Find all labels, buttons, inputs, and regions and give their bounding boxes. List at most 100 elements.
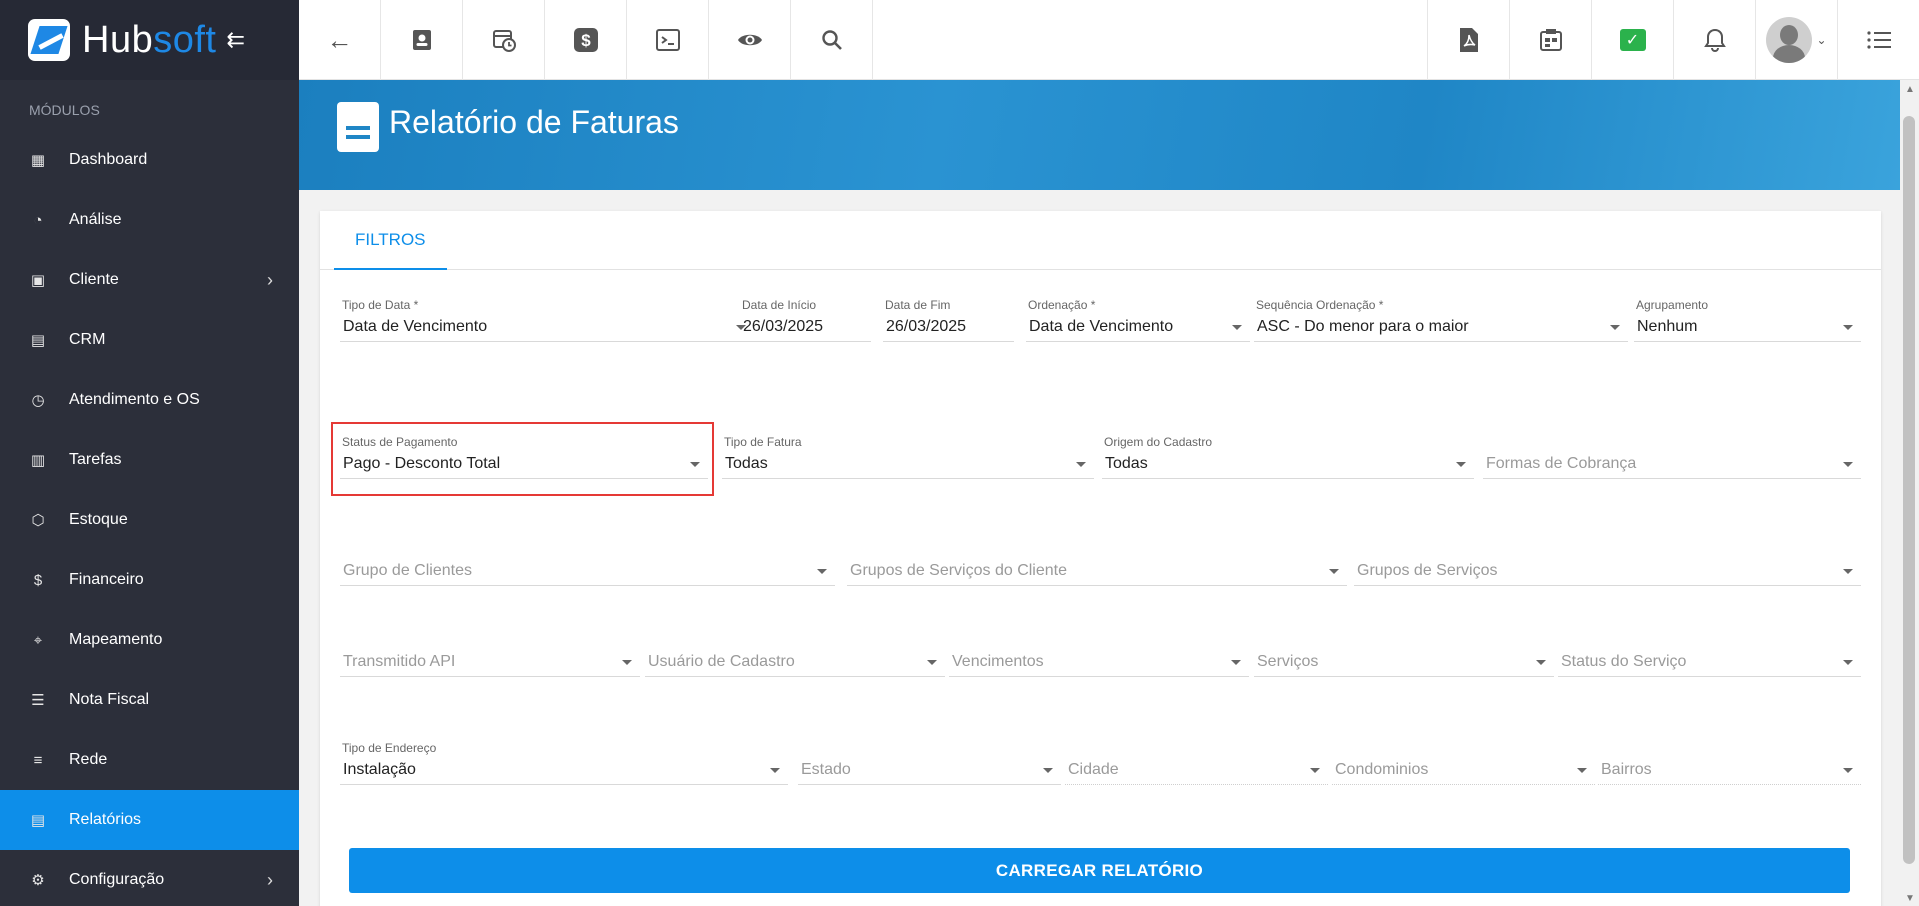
sidebar-item-label: Rede (69, 751, 108, 768)
search-button[interactable] (791, 0, 873, 80)
chevron-down-icon: ⌄ (1816, 33, 1827, 47)
caret-down-icon (770, 768, 780, 773)
sidebar-item-estoque[interactable]: ⬡ Estoque (0, 490, 299, 550)
agrupamento-select[interactable]: Agrupamento Nenhum (1634, 298, 1861, 342)
grupo-clientes-select[interactable]: Grupo de Clientes (340, 542, 835, 586)
vencimentos-select[interactable]: Vencimentos (949, 633, 1249, 677)
caret-down-icon (1843, 660, 1853, 665)
sidebar-item-analise[interactable]: ◔ Análise (0, 190, 299, 250)
condominios-select: Condominios (1332, 741, 1595, 785)
sidebar-item-financeiro[interactable]: $ Financeiro (0, 550, 299, 610)
caret-down-icon (1843, 569, 1853, 574)
list-menu-button[interactable] (1837, 0, 1919, 80)
sidebar-item-nota-fiscal[interactable]: ☰ Nota Fiscal (0, 670, 299, 730)
transmitido-api-select[interactable]: Transmitido API (340, 633, 640, 677)
tipo-data-select[interactable]: Tipo de Data * Data de Vencimento (340, 298, 754, 342)
sidebar-item-label: Atendimento e OS (69, 391, 200, 408)
load-report-button[interactable]: CARREGAR RELATÓRIO (349, 848, 1850, 893)
caret-down-icon (1310, 768, 1320, 773)
sidebar-item-mapeamento[interactable]: ⌖ Mapeamento (0, 610, 299, 670)
sidebar-item-relatorios[interactable]: ▤ Relatórios (0, 790, 299, 850)
tab-filtros[interactable]: FILTROS (334, 211, 447, 270)
caret-down-icon (1843, 462, 1853, 467)
field-value: Todas (1105, 455, 1148, 472)
hubsoft-logo[interactable] (28, 19, 70, 61)
field-value: Instalação (343, 761, 416, 778)
status-servico-select[interactable]: Status do Serviço (1558, 633, 1861, 677)
caret-down-icon (927, 660, 937, 665)
toolbar-right: ✓ ⌄ (1427, 0, 1919, 80)
eye-icon (737, 34, 762, 46)
field-value: Data de Vencimento (343, 318, 488, 335)
usuario-cadastro-select[interactable]: Usuário de Cadastro (645, 633, 945, 677)
collapse-sidebar-icon[interactable]: ⇇ (226, 27, 244, 53)
scrollbar[interactable]: ▲ ▼ (1900, 80, 1919, 906)
field-label: Origem do Cadastro (1104, 435, 1213, 449)
tipo-fatura-select[interactable]: Tipo de Fatura Todas (722, 435, 1094, 479)
contacts-button[interactable] (381, 0, 463, 80)
pdf-file-icon (1459, 28, 1478, 52)
pdf-button[interactable] (1427, 0, 1509, 80)
chevron-right-icon: › (267, 869, 273, 890)
sidebar-item-label: Dashboard (69, 151, 148, 168)
view-button[interactable] (709, 0, 791, 80)
field-placeholder: Bairros (1601, 761, 1652, 778)
user-menu-button[interactable]: ⌄ (1755, 0, 1837, 80)
servicos-select[interactable]: Serviços (1254, 633, 1554, 677)
field-label: Ordenação * (1028, 298, 1096, 312)
sequencia-ordenacao-select[interactable]: Sequência Ordenação * ASC - Do menor par… (1254, 298, 1628, 342)
grupos-servicos-select[interactable]: Grupos de Serviços (1354, 542, 1861, 586)
caret-down-icon (690, 462, 700, 467)
dashboard-icon: ▦ (30, 152, 46, 169)
financial-button[interactable]: $ (545, 0, 627, 80)
origem-cadastro-select[interactable]: Origem do Cadastro Todas (1102, 435, 1474, 479)
field-placeholder: Serviços (1257, 653, 1319, 670)
field-placeholder: Vencimentos (952, 653, 1044, 670)
sidebar-item-configuracao[interactable]: ⚙ Configuração › (0, 850, 299, 906)
caret-down-icon (1577, 768, 1587, 773)
sidebar-item-label: Cliente (69, 271, 119, 288)
svg-text:$: $ (581, 31, 591, 50)
field-value: 26/03/2025 (886, 318, 967, 335)
formas-cobranca-select[interactable]: Formas de Cobrança (1483, 435, 1861, 479)
calendar-clock-icon (492, 30, 516, 52)
box-icon: ⬡ (31, 512, 45, 529)
calendar-button[interactable] (1509, 0, 1591, 80)
chat-button[interactable]: ✓ (1591, 0, 1673, 80)
tipo-endereco-select[interactable]: Tipo de Endereço Instalação (340, 741, 788, 785)
data-fim-field[interactable]: Data de Fim 26/03/2025 (883, 298, 1014, 342)
notifications-button[interactable] (1673, 0, 1755, 80)
sidebar-item-cliente[interactable]: ▣ Cliente › (0, 250, 299, 310)
caret-down-icon (1843, 768, 1853, 773)
schedule-button[interactable] (463, 0, 545, 80)
scrollbar-thumb[interactable] (1903, 116, 1915, 864)
sidebar-item-dashboard[interactable]: ▦ Dashboard (0, 130, 299, 190)
sidebar-item-crm[interactable]: ▤ CRM (0, 310, 299, 370)
field-value: Data de Vencimento (1029, 318, 1174, 335)
brand-name-part1: Hub (82, 18, 154, 61)
caret-down-icon (1231, 660, 1241, 665)
field-placeholder: Grupos de Serviços (1357, 562, 1498, 579)
scroll-up-icon[interactable]: ▲ (1905, 84, 1915, 95)
calendar-grid-icon (1539, 29, 1562, 51)
back-button[interactable]: ← (299, 0, 381, 80)
sidebar-item-label: Análise (69, 211, 122, 228)
brand-name-part2: soft (153, 18, 217, 61)
caret-down-icon (1456, 462, 1466, 467)
caret-down-icon (817, 569, 827, 574)
sidebar-item-atendimento[interactable]: ◷ Atendimento e OS (0, 370, 299, 430)
cidade-select: Cidade (1065, 741, 1328, 785)
scroll-down-icon[interactable]: ▼ (1905, 893, 1915, 904)
caret-down-icon (1076, 462, 1086, 467)
sidebar-item-tarefas[interactable]: ▥ Tarefas (0, 430, 299, 490)
status-pagamento-select[interactable]: Status de Pagamento Pago - Desconto Tota… (340, 435, 708, 479)
field-placeholder: Condominios (1335, 761, 1429, 778)
sidebar-item-label: Nota Fiscal (69, 691, 150, 708)
grupos-servicos-cliente-select[interactable]: Grupos de Serviços do Cliente (847, 542, 1347, 586)
sidebar-item-rede[interactable]: ≡ Rede (0, 730, 299, 790)
terminal-button[interactable] (627, 0, 709, 80)
data-inicio-field[interactable]: Data de Início 26/03/2025 (740, 298, 871, 342)
ordenacao-select[interactable]: Ordenação * Data de Vencimento (1026, 298, 1250, 342)
estado-select[interactable]: Estado (798, 741, 1061, 785)
